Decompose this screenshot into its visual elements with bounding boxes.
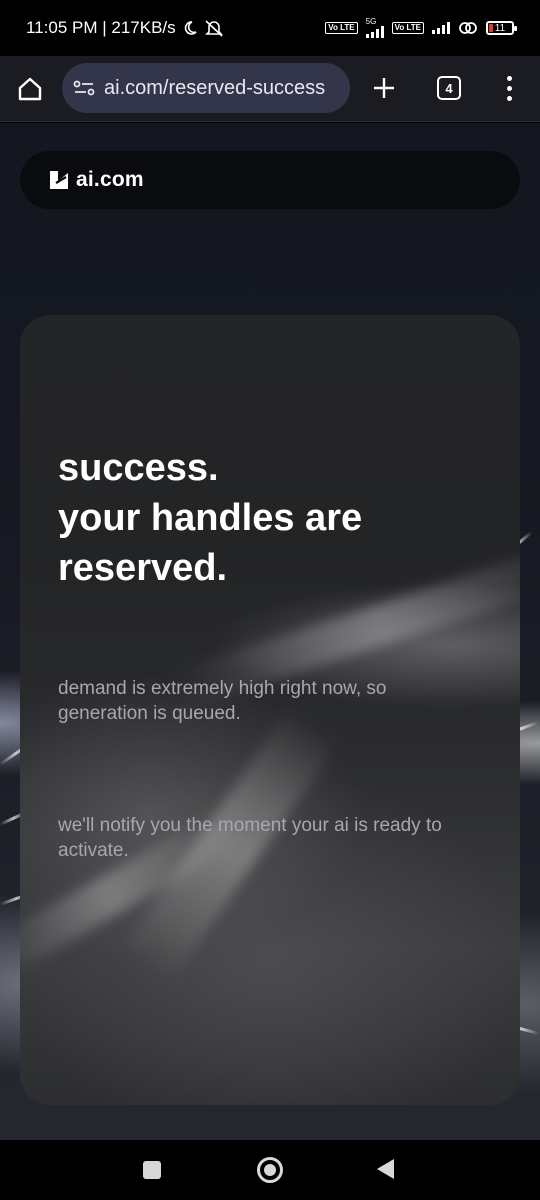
success-headline: success. your handles are reserved. [58, 443, 498, 593]
home-icon [18, 77, 42, 100]
address-bar[interactable]: ai.com/reserved-success [62, 63, 350, 113]
notify-message: we'll notify you the moment your ai is r… [58, 815, 442, 861]
success-card: success. your handles are reserved. dema… [20, 315, 520, 1105]
menu-dot-icon [506, 75, 512, 81]
volte-badge-2: Vo LTE [391, 22, 424, 34]
plus-icon [374, 78, 394, 98]
site-logo-text[interactable]: ai.com [76, 168, 144, 192]
headline-line: success. [58, 447, 219, 489]
browser-toolbar: ai.com/reserved-success 4 [0, 56, 540, 122]
headline-line: reserved. [58, 547, 228, 589]
status-right: Vo LTE 5G Vo LTE 11 [325, 17, 517, 38]
system-navigation-bar [0, 1140, 540, 1200]
browser-menu-button[interactable] [494, 70, 524, 106]
signal-icon-1 [365, 26, 384, 38]
link-icon [459, 22, 477, 34]
moon-icon [184, 21, 197, 35]
menu-dot-icon [506, 85, 512, 91]
home-nav-button[interactable] [257, 1157, 283, 1183]
home-button[interactable] [0, 56, 60, 122]
battery-level: 11 [494, 22, 506, 34]
battery-icon: 11 [486, 21, 517, 35]
signal-5g-group: 5G [365, 17, 384, 38]
url-text: ai.com/reserved-success [104, 76, 326, 99]
status-time-speed: 11:05 PM | 217KB/s [26, 18, 176, 37]
recent-apps-button[interactable] [143, 1161, 161, 1179]
signal-icon-2 [432, 22, 450, 34]
headline-line: your handles are [58, 497, 363, 539]
back-button[interactable] [377, 1159, 394, 1179]
web-page: ai.com success. your handles are reserve… [0, 123, 540, 1140]
queue-message: demand is extremely high right now, so g… [58, 678, 387, 724]
status-bar: 11:05 PM | 217KB/s Vo LTE 5G Vo LTE 11 [0, 0, 540, 56]
volte-badge-1: Vo LTE [325, 22, 358, 34]
tab-switcher-button[interactable]: 4 [432, 71, 466, 105]
menu-dot-icon [506, 95, 512, 101]
network-5g-label: 5G [365, 17, 377, 26]
new-tab-button[interactable] [366, 70, 402, 106]
site-header: ai.com [20, 151, 520, 209]
status-left: 11:05 PM | 217KB/s [26, 18, 224, 38]
muted-bell-icon [204, 20, 223, 37]
tab-count: 4 [437, 76, 461, 100]
site-settings-icon[interactable] [72, 78, 96, 98]
ai-logo-icon[interactable] [48, 169, 70, 191]
